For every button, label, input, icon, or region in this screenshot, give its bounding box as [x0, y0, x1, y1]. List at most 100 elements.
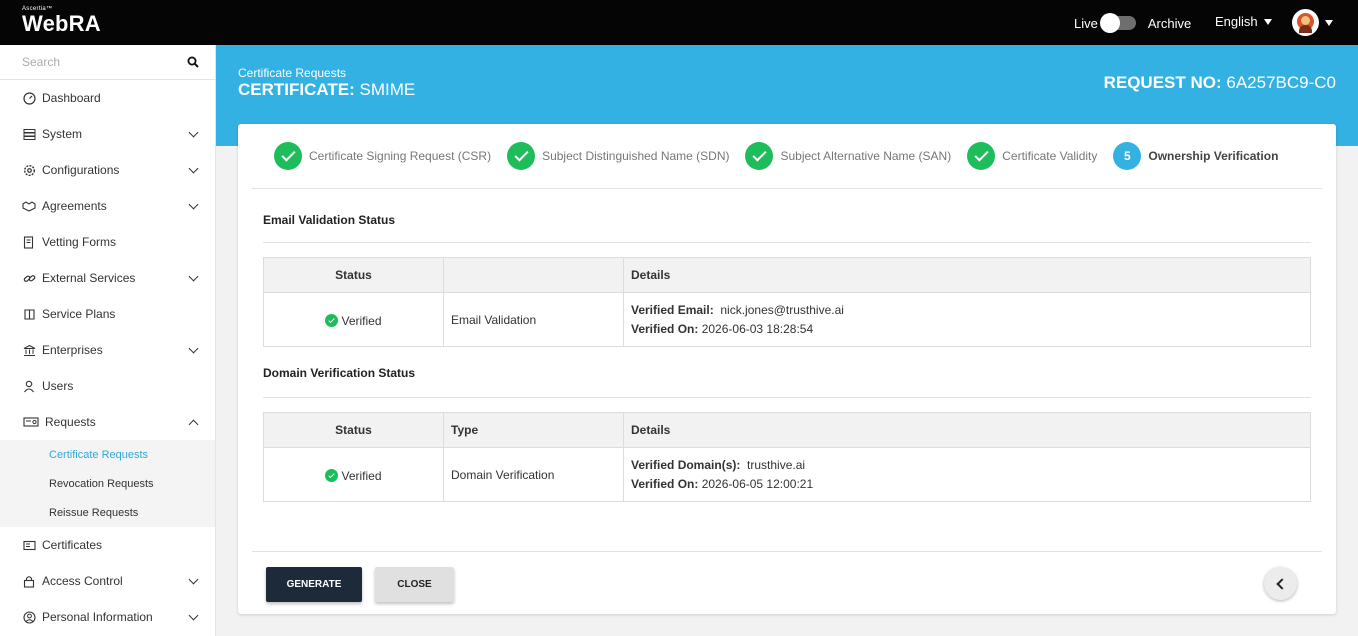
sidebar-item-enterprises[interactable]: Enterprises [0, 332, 215, 368]
column-header: Status [263, 257, 444, 293]
sidebar-item-dashboard[interactable]: Dashboard [0, 80, 215, 116]
column-header: Details [623, 257, 1311, 293]
step-sdn[interactable]: Subject Distinguished Name (SDN) [507, 142, 729, 170]
toggle-knob [1099, 13, 1120, 33]
check-circle-icon [325, 469, 339, 482]
divider [263, 397, 1311, 398]
chevron-down-icon [188, 199, 199, 209]
sidebar-item-service-plans[interactable]: Service Plans [0, 296, 215, 332]
details-cell: Verified Email: nick.jones@trusthive.ai … [623, 292, 1311, 347]
top-bar: Ascertia™ WebRA Live Archive English [0, 0, 1358, 45]
lock-icon [22, 574, 36, 588]
column-header [443, 257, 624, 293]
chevron-down-icon [188, 271, 199, 281]
system-icon [22, 127, 36, 141]
requests-icon [22, 415, 39, 429]
breadcrumb[interactable]: Certificate Requests [238, 66, 346, 80]
sidebar-item-label: Configurations [42, 163, 120, 177]
step-csr[interactable]: Certificate Signing Request (CSR) [274, 142, 491, 170]
chevron-down-icon [188, 343, 199, 353]
verified-on: 2026-06-03 18:28:54 [701, 321, 814, 336]
status-text: Verified [341, 468, 382, 483]
avatar [1292, 9, 1319, 36]
request-prefix: REQUEST NO: [1103, 73, 1222, 92]
sidebar: Dashboard System Configurations Agreemen… [0, 45, 216, 636]
email-section-title: Email Validation Status [263, 213, 396, 227]
back-button[interactable] [1264, 567, 1297, 600]
status-cell: Verified [263, 447, 444, 502]
sidebar-item-vetting-forms[interactable]: Vetting Forms [0, 224, 215, 260]
sidebar-subitem-revocation-requests[interactable]: Revocation Requests [0, 469, 215, 498]
sidebar-item-personal-information[interactable]: Personal Information [0, 599, 215, 635]
divider [263, 242, 1311, 243]
table-header-row: Status Type Details [263, 412, 1311, 448]
cert-type: SMIME [359, 80, 416, 99]
status-cell: Verified [263, 292, 444, 347]
language-selector[interactable]: English [1215, 14, 1272, 29]
archive-label: Archive [1147, 15, 1192, 31]
status-text: Verified [341, 313, 382, 328]
status-badge: Verified [325, 468, 382, 483]
brand-main-text: WebRA [22, 11, 101, 36]
sidebar-item-system[interactable]: System [0, 116, 215, 152]
language-label: English [1215, 14, 1258, 29]
search-icon[interactable] [187, 56, 199, 68]
table-row: Verified Domain Verification Verified Do… [263, 447, 1311, 502]
form-icon [22, 235, 36, 249]
webra-logo[interactable]: Ascertia™ WebRA [22, 6, 101, 36]
sidebar-item-label: Access Control [42, 574, 123, 588]
link-icon [22, 271, 36, 285]
sidebar-item-label: External Services [42, 271, 136, 285]
step-san[interactable]: Subject Alternative Name (SAN) [745, 142, 951, 170]
domain-section-title: Domain Verification Status [263, 366, 416, 380]
type-cell: Email Validation [443, 292, 624, 347]
person-circle-icon [22, 610, 36, 624]
sidebar-item-label: System [42, 127, 83, 141]
email-validation-table: Status Details Verified Email Validation… [263, 257, 1311, 347]
dashboard-icon [22, 91, 36, 105]
request-number-value: 6A257BC9-C0 [1226, 73, 1336, 92]
step-ownership-verification[interactable]: 5 Ownership Verification [1113, 142, 1278, 170]
sidebar-item-label: Dashboard [42, 91, 101, 105]
divider [252, 551, 1322, 552]
live-archive-switch: Live Archive [1074, 13, 1191, 33]
sidebar-item-agreements[interactable]: Agreements [0, 188, 215, 224]
request-number: REQUEST NO: 6A257BC9-C0 [1104, 73, 1336, 93]
step-label: Certificate Signing Request (CSR) [309, 149, 492, 163]
verified-domains: trusthive.ai [747, 457, 806, 472]
sidebar-item-access-control[interactable]: Access Control [0, 563, 215, 599]
search-input[interactable] [22, 55, 172, 69]
check-icon [967, 142, 996, 170]
gear-icon [22, 163, 36, 177]
wizard-stepper: Certificate Signing Request (CSR) Subjec… [252, 124, 1322, 189]
page-title: CERTIFICATE: SMIME [238, 80, 415, 100]
sidebar-item-label: Vetting Forms [42, 235, 117, 249]
step-label: Subject Alternative Name (SAN) [780, 149, 952, 163]
sidebar-item-configurations[interactable]: Configurations [0, 152, 215, 188]
column-header: Status [263, 412, 444, 448]
generate-button[interactable]: GENERATE [266, 567, 362, 602]
step-validity[interactable]: Certificate Validity [967, 142, 1097, 170]
plans-icon [22, 307, 36, 321]
live-archive-toggle[interactable] [1099, 13, 1136, 33]
sidebar-subitem-reissue-requests[interactable]: Reissue Requests [0, 498, 215, 527]
step-label: Certificate Validity [1002, 149, 1098, 163]
close-button[interactable]: CLOSE [375, 567, 454, 602]
status-badge: Verified [325, 313, 382, 328]
user-menu[interactable] [1292, 9, 1333, 36]
column-header: Type [443, 412, 624, 448]
caret-down-icon [1325, 19, 1333, 26]
sidebar-item-label: Service Plans [42, 307, 116, 321]
step-label: Ownership Verification [1148, 149, 1279, 163]
sidebar-subitem-certificate-requests[interactable]: Certificate Requests [0, 440, 215, 469]
building-icon [22, 343, 36, 357]
caret-down-icon [1263, 18, 1272, 25]
chevron-up-icon [188, 419, 199, 429]
check-circle-icon [325, 314, 339, 327]
sidebar-item-certificates[interactable]: Certificates [0, 527, 215, 563]
sidebar-item-requests[interactable]: Requests [0, 404, 215, 440]
step-number: 5 [1113, 142, 1142, 170]
sidebar-item-external-services[interactable]: External Services [0, 260, 215, 296]
sidebar-item-users[interactable]: Users [0, 368, 215, 404]
step-label: Subject Distinguished Name (SDN) [542, 149, 730, 163]
